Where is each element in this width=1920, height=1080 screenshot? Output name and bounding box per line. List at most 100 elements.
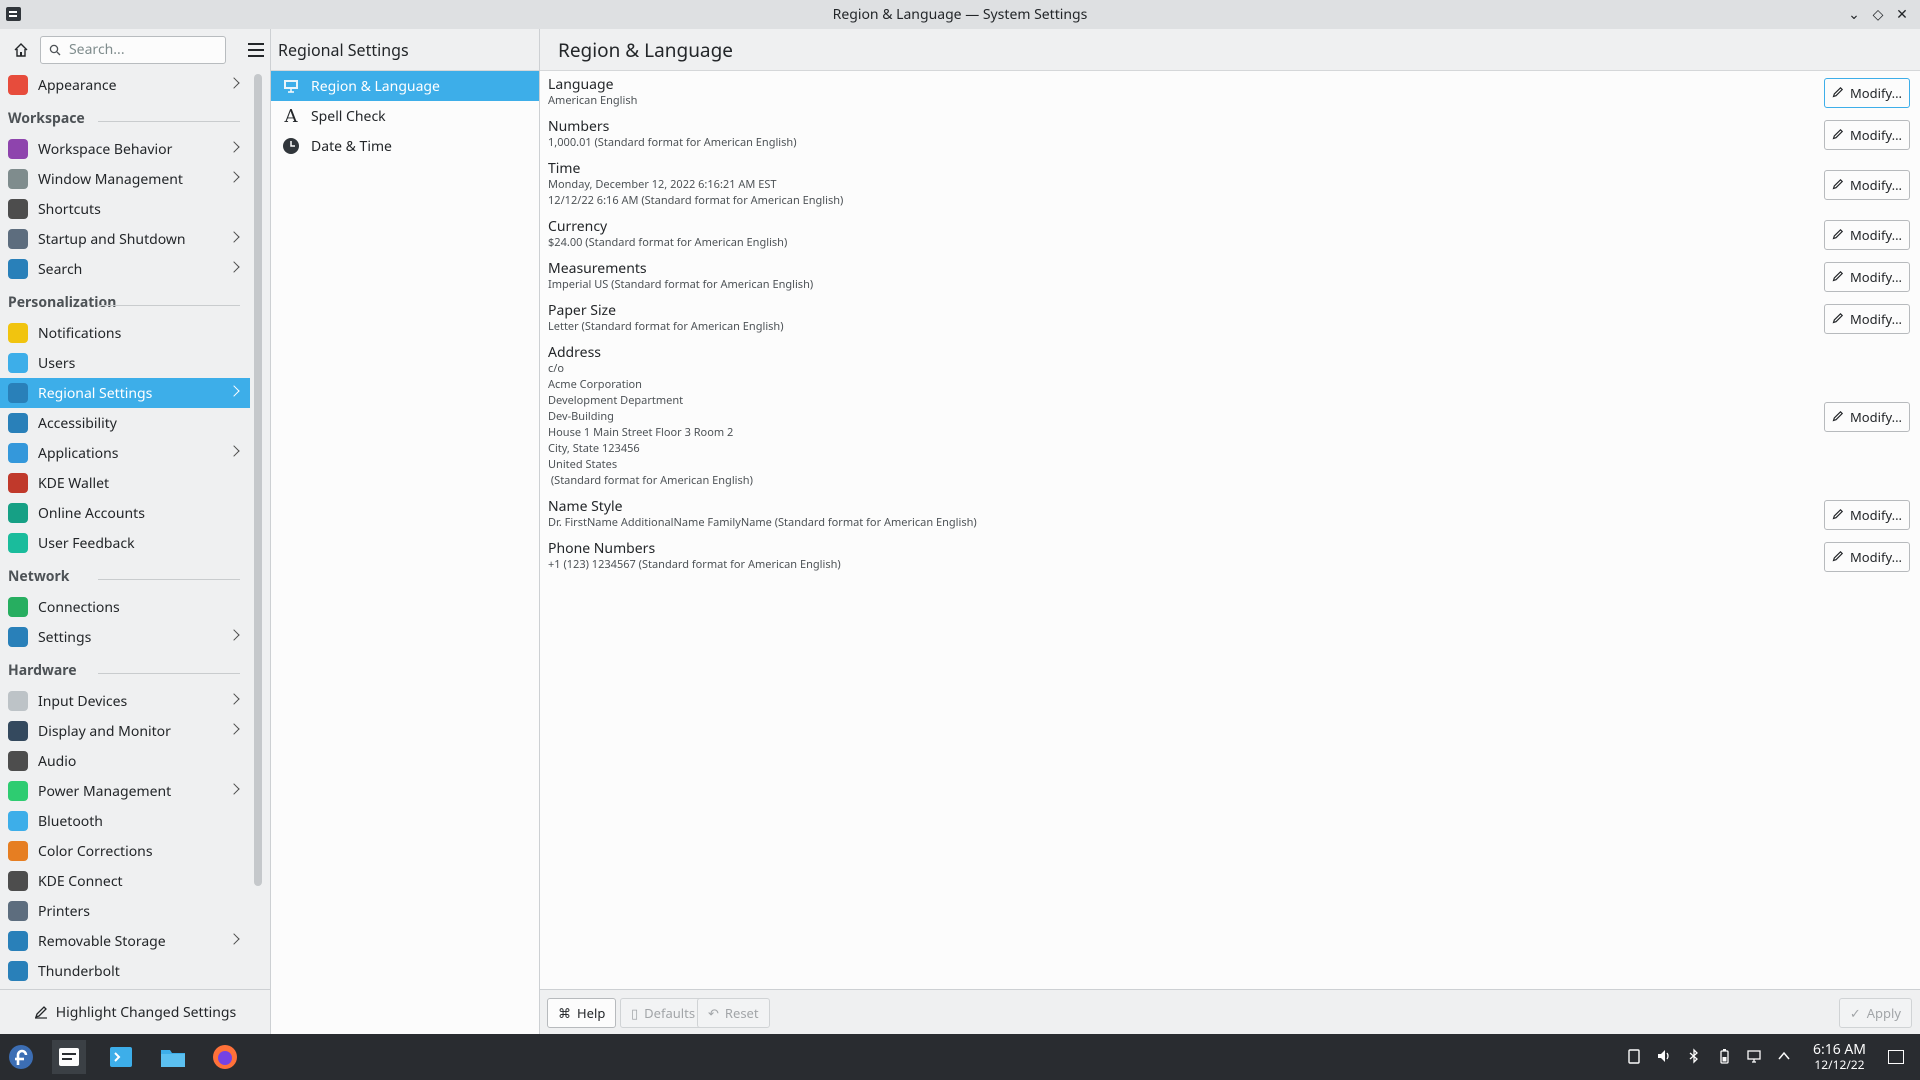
minimize-icon[interactable]: ⌄ <box>1842 4 1866 24</box>
speaker-icon <box>8 751 28 771</box>
sidebar-item-display-and-monitor[interactable]: Display and Monitor <box>0 716 250 746</box>
modify-button[interactable]: Modify... <box>1824 500 1910 530</box>
modify-button[interactable]: Modify... <box>1824 542 1910 572</box>
sidebar-item-input-devices[interactable]: Input Devices <box>0 686 250 716</box>
sidebar-item-notifications[interactable]: Notifications <box>0 318 250 348</box>
sidebar-item-kde-wallet[interactable]: KDE Wallet <box>0 468 250 498</box>
konsole-icon[interactable] <box>104 1040 138 1074</box>
modify-button[interactable]: Modify... <box>1824 402 1910 432</box>
sidebar-item-users[interactable]: Users <box>0 348 250 378</box>
sidebar-item-appearance[interactable]: Appearance <box>0 70 250 100</box>
setting-value: Acme Corporation <box>548 377 642 392</box>
edit-icon <box>1832 506 1844 524</box>
setting-value: Dev-Building <box>548 409 614 424</box>
home-icon[interactable] <box>10 39 32 61</box>
sidebar-item-user-feedback[interactable]: User Feedback <box>0 528 250 558</box>
sidebar-item-search[interactable]: Search <box>0 254 250 284</box>
sidebar-item-online-accounts[interactable]: Online Accounts <box>0 498 250 528</box>
sidebar-section-header: Network <box>0 558 250 592</box>
modify-button[interactable]: Modify... <box>1824 304 1910 334</box>
apply-label: Apply <box>1866 1004 1901 1022</box>
setting-label: Currency <box>548 217 608 236</box>
subcategory-date-time[interactable]: Date & Time <box>271 131 539 161</box>
sidebar-item-settings[interactable]: Settings <box>0 622 250 652</box>
feedback-icon <box>8 533 28 553</box>
chevron-right-icon <box>228 445 240 457</box>
defaults-button[interactable]: ▯ Defaults <box>620 998 707 1028</box>
show-desktop-icon[interactable] <box>1888 1050 1904 1064</box>
app-menu-icon[interactable] <box>6 7 21 21</box>
battery-icon[interactable] <box>1716 1048 1732 1064</box>
chevron-up-icon[interactable] <box>1776 1048 1792 1064</box>
accessibility-icon <box>8 413 28 433</box>
apply-button[interactable]: ✓ Apply <box>1838 998 1912 1028</box>
sidebar-item-removable-storage[interactable]: Removable Storage <box>0 926 250 956</box>
sidebar-scrollbar[interactable] <box>254 74 262 886</box>
subcategory-region-language[interactable]: Region & Language <box>271 71 539 101</box>
reset-button[interactable]: ↶ Reset <box>697 998 770 1028</box>
volume-icon[interactable] <box>1656 1048 1672 1064</box>
help-icon: ⌘ <box>558 1004 571 1022</box>
subcategory-label: Region & Language <box>311 76 440 96</box>
close-icon[interactable]: ✕ <box>1890 4 1914 24</box>
clock-date: 12/12/22 <box>1814 1056 1865 1073</box>
sidebar-item-label: Workspace Behavior <box>38 139 173 159</box>
sidebar-item-connections[interactable]: Connections <box>0 592 250 622</box>
chevron-right-icon <box>228 629 240 641</box>
modify-button[interactable]: Modify... <box>1824 120 1910 150</box>
firefox-icon[interactable] <box>208 1040 242 1074</box>
bluetooth-icon[interactable] <box>1686 1048 1702 1064</box>
modify-button[interactable]: Modify... <box>1824 262 1910 292</box>
subcategory-spell-check[interactable]: A Spell Check <box>271 101 539 131</box>
edit-icon <box>1832 84 1844 102</box>
monitor-icon <box>8 721 28 741</box>
hamburger-menu-icon[interactable] <box>244 38 268 62</box>
sidebar-item-printers[interactable]: Printers <box>0 896 250 926</box>
help-label: Help <box>577 1004 606 1022</box>
sidebar-item-thunderbolt[interactable]: Thunderbolt <box>0 956 250 986</box>
sidebar-item-label: Shortcuts <box>38 199 101 219</box>
sidebar-item-power-management[interactable]: Power Management <box>0 776 250 806</box>
globe-icon <box>8 597 28 617</box>
sidebar-item-regional-settings[interactable]: Regional Settings <box>0 378 250 408</box>
file-manager-icon[interactable] <box>156 1040 190 1074</box>
setting-value: City, State 123456 <box>548 441 640 456</box>
help-button[interactable]: ⌘ Help <box>547 998 617 1028</box>
sidebar-item-kde-connect[interactable]: KDE Connect <box>0 866 250 896</box>
sidebar-item-window-management[interactable]: Window Management <box>0 164 250 194</box>
sidebar-item-workspace-behavior[interactable]: Workspace Behavior <box>0 134 250 164</box>
modify-button[interactable]: Modify... <box>1824 78 1910 108</box>
sidebar-item-label: Color Corrections <box>38 841 153 861</box>
system-settings-task[interactable] <box>52 1040 86 1074</box>
maximize-icon[interactable]: ◇ <box>1866 4 1890 24</box>
workspace-behavior-icon <box>8 139 28 159</box>
network-icon[interactable] <box>1746 1048 1762 1064</box>
keyboard-icon <box>8 199 28 219</box>
usb-icon <box>8 931 28 951</box>
setting-value: House 1 Main Street Floor 3 Room 2 <box>548 425 734 440</box>
clock[interactable]: 6:16 AM 12/12/22 <box>1813 1042 1866 1072</box>
sidebar-item-color-corrections[interactable]: Color Corrections <box>0 836 250 866</box>
sidebar-item-audio[interactable]: Audio <box>0 746 250 776</box>
app-launcher-icon[interactable] <box>4 1040 38 1074</box>
search-field[interactable] <box>40 35 226 64</box>
search-input[interactable] <box>67 39 211 60</box>
sidebar-item-accessibility[interactable]: Accessibility <box>0 408 250 438</box>
setting-value: c/o <box>548 361 565 376</box>
modify-button[interactable]: Modify... <box>1824 170 1910 200</box>
highlight-changed-button[interactable]: Highlight Changed Settings <box>0 989 270 1034</box>
sidebar-item-applications[interactable]: Applications <box>0 438 250 468</box>
sidebar-item-bluetooth[interactable]: Bluetooth <box>0 806 250 836</box>
sidebar-item-shortcuts[interactable]: Shortcuts <box>0 194 250 224</box>
setting-label: Measurements <box>548 259 647 278</box>
undo-icon: ↶ <box>708 1004 719 1022</box>
printer-icon <box>8 901 28 921</box>
clipboard-icon[interactable] <box>1626 1048 1642 1064</box>
sidebar-list: Appearance Workspace Workspace Behavior Win… <box>0 70 250 986</box>
sidebar-item-label: Thunderbolt <box>38 961 120 981</box>
wallet-icon <box>8 473 28 493</box>
subcategory-label: Date & Time <box>311 136 392 156</box>
sidebar-item-startup-and-shutdown[interactable]: Startup and Shutdown <box>0 224 250 254</box>
setting-row-time: Time Monday, December 12, 2022 6:16:21 AM… <box>548 161 1920 209</box>
modify-button[interactable]: Modify... <box>1824 220 1910 250</box>
